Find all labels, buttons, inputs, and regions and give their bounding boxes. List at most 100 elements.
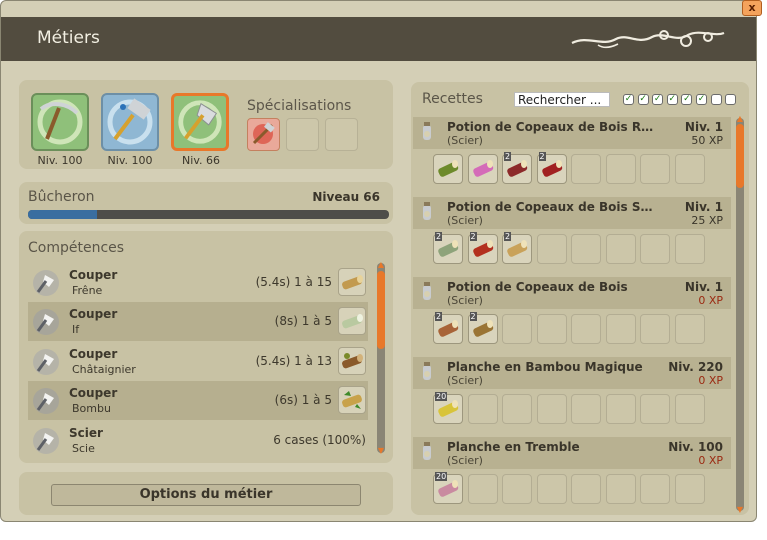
ingredient-slot[interactable]: 2 [467, 312, 498, 344]
scroll-up-arrow-icon[interactable]: ▲ [376, 261, 386, 269]
recipe-header[interactable]: Planche en Bambou Magique (Scier) Niv. 220… [413, 357, 731, 389]
chestnut-log-icon[interactable] [338, 347, 366, 375]
specialization-slot-3[interactable] [325, 118, 358, 151]
recipe-header[interactable]: Potion de Copeaux de Bois Soli... (Scier)… [413, 197, 731, 229]
ingredient-slot[interactable]: 20 [433, 472, 463, 504]
skill-target: Frêne [72, 284, 103, 297]
ingredient-slot[interactable]: 20 [433, 392, 463, 424]
ingredient-slot[interactable] [571, 154, 601, 184]
ingredient-slot[interactable] [674, 314, 705, 344]
close-button[interactable]: x [742, 0, 762, 16]
ingredient-slot[interactable]: 2 [467, 232, 498, 264]
ingredient-icon [472, 160, 493, 177]
skill-row[interactable]: Couper Bombu (6s) 1 à 5 [28, 381, 368, 420]
ingredient-slot[interactable] [674, 394, 705, 424]
ingredient-slot[interactable] [640, 394, 670, 424]
recipe-filter-checkbox[interactable]: ✓ [696, 94, 707, 105]
specialization-icon [252, 122, 275, 145]
ingredient-slot[interactable] [536, 394, 567, 424]
ingredient-slot[interactable] [502, 394, 532, 424]
ingredient-slot[interactable] [571, 474, 601, 504]
ingredient-slot[interactable]: 2 [502, 152, 532, 184]
job-icon-smith[interactable] [101, 93, 159, 151]
ingredient-slot[interactable] [640, 154, 670, 184]
recipe-filter-checkbox[interactable] [725, 94, 737, 105]
skill-row[interactable]: Scier Scie 6 cases (100%) [28, 421, 368, 460]
skill-row[interactable]: Couper Frêne (5.4s) 1 à 15 [28, 263, 368, 302]
ingredient-slot[interactable] [536, 234, 567, 264]
skill-target: Scie [72, 442, 95, 455]
recipe-level: Niv. 1 [684, 200, 723, 214]
ingredient-slot[interactable] [605, 474, 636, 504]
job-icon-miner[interactable] [31, 93, 89, 151]
recipe-header[interactable]: Potion de Copeaux de Bois (Scier) Niv. 10 … [413, 277, 731, 309]
bombu-log-icon[interactable] [338, 386, 366, 414]
ingredient-slot[interactable] [571, 234, 601, 264]
skill-row[interactable]: Couper Châtaignier (5.4s) 1 à 13 [28, 342, 368, 381]
ingredient-quantity: 2 [504, 152, 512, 161]
skill-row[interactable]: Couper If (8s) 1 à 5 [28, 302, 368, 341]
skills-scrollbar-thumb[interactable] [377, 271, 385, 349]
scroll-up-arrow-icon[interactable]: ▲ [735, 115, 745, 123]
ingredient-slot[interactable] [605, 234, 636, 264]
ingredient-slot[interactable] [605, 394, 636, 424]
ingredient-slot[interactable] [674, 154, 705, 184]
ingredient-slot[interactable] [467, 394, 498, 424]
ingredient-slot[interactable]: 2 [536, 152, 567, 184]
job-options-button[interactable]: Options du métier [51, 484, 361, 506]
recipe-item[interactable]: Potion de Copeaux de Bois Rares (Scier) Ni… [413, 117, 731, 189]
scroll-down-arrow-icon[interactable]: ▼ [735, 506, 745, 514]
ingredient-slot[interactable] [502, 314, 532, 344]
recipes-scrollbar[interactable]: ▲ ▼ [735, 115, 745, 514]
yew-log-icon[interactable] [338, 307, 366, 335]
ingredient-slot[interactable] [467, 474, 498, 504]
ingredient-slot[interactable] [605, 314, 636, 344]
recipe-xp: 0 XP [698, 374, 723, 387]
recipes-scrollbar-thumb[interactable] [736, 124, 744, 188]
ash-log-icon[interactable] [338, 268, 366, 296]
title-bar[interactable]: Métiers [1, 17, 756, 61]
recipe-filter-checkbox[interactable]: ✓ [652, 94, 664, 105]
ingredient-slot[interactable] [467, 154, 498, 184]
recipe-item[interactable]: Planche en Bambou Magique (Scier) Niv. 220… [413, 357, 731, 429]
ingredient-slot[interactable] [674, 234, 705, 264]
skills-scrollbar[interactable]: ▲ ▼ [376, 261, 386, 455]
ingredient-slot[interactable]: 2 [433, 232, 463, 264]
ingredient-slot[interactable] [502, 474, 532, 504]
ingredient-slot[interactable] [536, 474, 567, 504]
job-level-lumberjack: Niv. 66 [182, 154, 220, 167]
specialization-slot-1[interactable] [247, 118, 280, 151]
skill-value: (8s) 1 à 5 [274, 314, 332, 328]
recipe-item[interactable]: Potion de Copeaux de Bois (Scier) Niv. 10 … [413, 277, 731, 349]
ingredient-icon [438, 160, 459, 177]
job-icon-lumberjack[interactable] [171, 93, 229, 151]
job-level-smith: Niv. 100 [107, 154, 153, 167]
ingredient-slot[interactable] [433, 154, 463, 184]
ingredient-quantity: 20 [435, 472, 448, 481]
recipe-icon [423, 362, 431, 380]
recipe-filter-checkbox[interactable]: ✓ [681, 94, 693, 105]
scroll-down-arrow-icon[interactable]: ▼ [376, 447, 386, 455]
ingredient-slot[interactable] [640, 474, 670, 504]
ingredient-slot[interactable] [640, 314, 670, 344]
ingredient-slot[interactable]: 2 [433, 312, 463, 344]
recipe-filter-checkbox[interactable]: ✓ [623, 94, 634, 105]
ingredient-slot[interactable] [640, 234, 670, 264]
recipe-item[interactable]: Potion de Copeaux de Bois Soli... (Scier)… [413, 197, 731, 269]
recipe-item[interactable]: Planche en Tremble (Scier) Niv. 100 0 XP 20 [413, 437, 731, 509]
recipe-header[interactable]: Potion de Copeaux de Bois Rares (Scier) Ni… [413, 117, 731, 149]
ingredient-slot[interactable] [674, 474, 705, 504]
recipe-type: (Scier) [447, 134, 483, 147]
recipe-filter-checkbox[interactable]: ✓ [637, 94, 649, 105]
ingredient-slot[interactable] [571, 314, 601, 344]
specialization-slot-2[interactable] [286, 118, 319, 151]
ingredient-slot[interactable] [605, 154, 636, 184]
ingredient-slot[interactable] [571, 394, 601, 424]
ingredient-slot[interactable]: 2 [502, 232, 532, 264]
recipe-filter-checkbox[interactable]: ✓ [666, 94, 678, 105]
ingredient-slot[interactable] [536, 314, 567, 344]
recipe-header[interactable]: Planche en Tremble (Scier) Niv. 100 0 XP [413, 437, 731, 469]
recipe-filter-checkbox[interactable] [710, 94, 722, 105]
ingredient-quantity: 2 [469, 232, 477, 241]
recipe-search-input[interactable] [514, 92, 610, 107]
